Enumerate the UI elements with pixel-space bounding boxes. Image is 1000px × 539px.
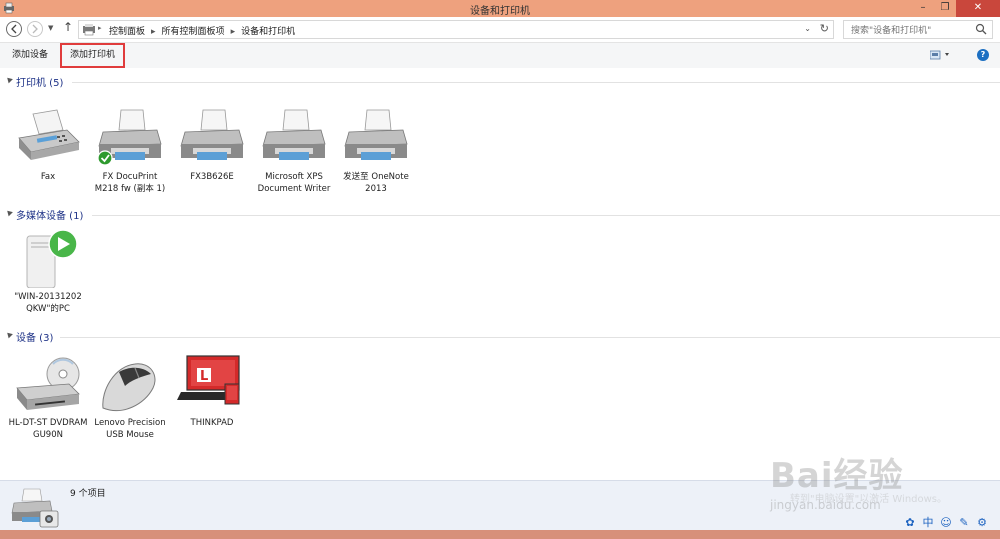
device-label: 发送至 OneNote 2013 — [343, 172, 409, 194]
breadcrumb-item-all-items[interactable]: 所有控制面板项 — [162, 27, 225, 37]
title-bar: 设备和打印机 – ❐ ✕ — [0, 0, 1000, 17]
device-label: Microsoft XPS Document Writer — [257, 172, 331, 194]
group-divider — [72, 82, 1000, 83]
group-title: 设备 (3) — [16, 333, 54, 344]
device-label: HL-DT-ST DVDRAM GU90N — [8, 418, 88, 440]
device-fax[interactable]: Fax — [8, 108, 88, 183]
collapse-arrow-icon[interactable] — [5, 75, 13, 84]
device-onenote[interactable]: 发送至 OneNote 2013 — [336, 108, 416, 195]
add-printer-button[interactable]: 添加打印机 — [60, 43, 126, 68]
help-icon[interactable]: ? — [977, 49, 989, 61]
breadcrumb-separator-icon[interactable]: ▸ — [151, 27, 156, 37]
group-header-multimedia[interactable]: 多媒体设备 (1) — [0, 207, 1000, 223]
baidu-jingyan-watermark: Bai经验 转到"电脑设置"以激活 Windows。 jingyan.baidu… — [770, 430, 960, 520]
change-view-button[interactable] — [929, 50, 952, 63]
breadcrumb-item-devices-printers[interactable]: 设备和打印机 — [241, 27, 295, 37]
group-header-printers[interactable]: 打印机 (5) — [0, 74, 1000, 90]
device-microsoft-xps[interactable]: Microsoft XPS Document Writer — [254, 108, 334, 195]
add-device-button[interactable]: 添加设备 — [6, 46, 54, 65]
ime-toolbar: ✿ 中 ☺ ✎ ⚙ — [903, 512, 1000, 532]
restore-button[interactable]: ❐ — [934, 0, 956, 17]
pen-icon[interactable]: ✎ — [957, 516, 971, 529]
fax-icon — [18, 109, 80, 160]
group-divider — [92, 215, 1000, 216]
device-label: Fax — [40, 172, 56, 182]
device-label: "WIN-20131202 QKW"的PC — [14, 292, 82, 314]
ime-mode-chinese-icon[interactable]: 中 — [921, 514, 935, 530]
back-button[interactable] — [6, 21, 22, 37]
address-box[interactable]: ▸ 控制面板 ▸ 所有控制面板项 ▸ 设备和打印机 ⌄ ↻ — [78, 20, 834, 39]
device-lenovo-mouse[interactable]: Lenovo Precision USB Mouse — [90, 354, 170, 441]
group-title: 打印机 (5) — [16, 78, 64, 89]
laptop-icon: L — [177, 355, 240, 405]
arrow-right-icon — [32, 24, 38, 34]
printer-icon — [344, 109, 408, 160]
close-button[interactable]: ✕ — [956, 0, 1000, 17]
forward-button[interactable] — [27, 21, 43, 37]
arrow-left-icon — [11, 24, 17, 34]
taskbar — [0, 530, 1000, 539]
command-bar: 添加设备 添加打印机 ? — [0, 43, 1000, 68]
printer-icon — [97, 109, 162, 166]
breadcrumb-separator-icon[interactable]: ▸ — [231, 27, 236, 37]
breadcrumb: 控制面板 ▸ 所有控制面板项 ▸ 设备和打印机 — [109, 24, 295, 37]
device-fx-docuprint[interactable]: FX DocuPrint M218 fw (副本 1) — [90, 108, 170, 195]
collapse-arrow-icon[interactable] — [5, 330, 13, 339]
search-box — [843, 20, 993, 39]
search-icon[interactable] — [975, 23, 987, 35]
refresh-icon[interactable]: ↻ — [820, 22, 829, 35]
device-dvd-drive[interactable]: HL-DT-ST DVDRAM GU90N — [8, 354, 88, 441]
optical-drive-icon — [16, 357, 80, 410]
view-options-icon — [929, 50, 949, 60]
watermark-site: jingyan.baidu.com — [770, 498, 881, 512]
breadcrumb-chevron-icon[interactable]: ▸ — [98, 24, 102, 32]
minimize-button[interactable]: – — [912, 0, 934, 17]
recent-locations-chevron-icon[interactable]: ▼ — [48, 24, 53, 32]
paw-icon[interactable]: ✿ — [903, 516, 917, 529]
device-fx3b626e[interactable]: FX3B626E — [172, 108, 252, 183]
default-check-icon — [97, 150, 113, 166]
search-input[interactable] — [849, 22, 977, 39]
collapse-arrow-icon[interactable] — [5, 208, 13, 217]
address-bar: ▼ ↑ ▸ 控制面板 ▸ 所有控制面板项 ▸ 设备和打印机 ⌄ ↻ — [0, 17, 1000, 43]
up-button[interactable]: ↑ — [63, 20, 73, 34]
device-label: THINKPAD — [190, 418, 234, 428]
device-label: Lenovo Precision USB Mouse — [94, 418, 166, 440]
device-media-pc[interactable]: "WIN-20131202 QKW"的PC — [8, 228, 88, 315]
address-history-chevron-icon[interactable]: ⌄ — [804, 24, 811, 33]
emoji-icon[interactable]: ☺ — [939, 516, 953, 529]
control-panel-icon — [83, 24, 95, 36]
mouse-icon — [102, 363, 156, 412]
group-title: 多媒体设备 (1) — [16, 211, 84, 222]
device-label: FX3B626E — [190, 172, 234, 182]
window-title: 设备和打印机 — [470, 6, 530, 17]
svg-text:L: L — [200, 369, 208, 384]
media-pc-icon — [26, 229, 78, 288]
settings-gear-icon[interactable]: ⚙ — [975, 516, 989, 529]
printer-icon — [180, 109, 244, 160]
breadcrumb-item-control-panel[interactable]: 控制面板 — [109, 27, 145, 37]
device-thinkpad[interactable]: L THINKPAD — [172, 354, 252, 429]
device-label: FX DocuPrint M218 fw (副本 1) — [94, 172, 166, 194]
group-header-devices[interactable]: 设备 (3) — [0, 329, 1000, 345]
group-divider — [60, 337, 1000, 338]
item-count: 9 个项目 — [70, 489, 106, 499]
devices-printers-icon — [11, 488, 59, 528]
printer-icon — [262, 109, 326, 160]
